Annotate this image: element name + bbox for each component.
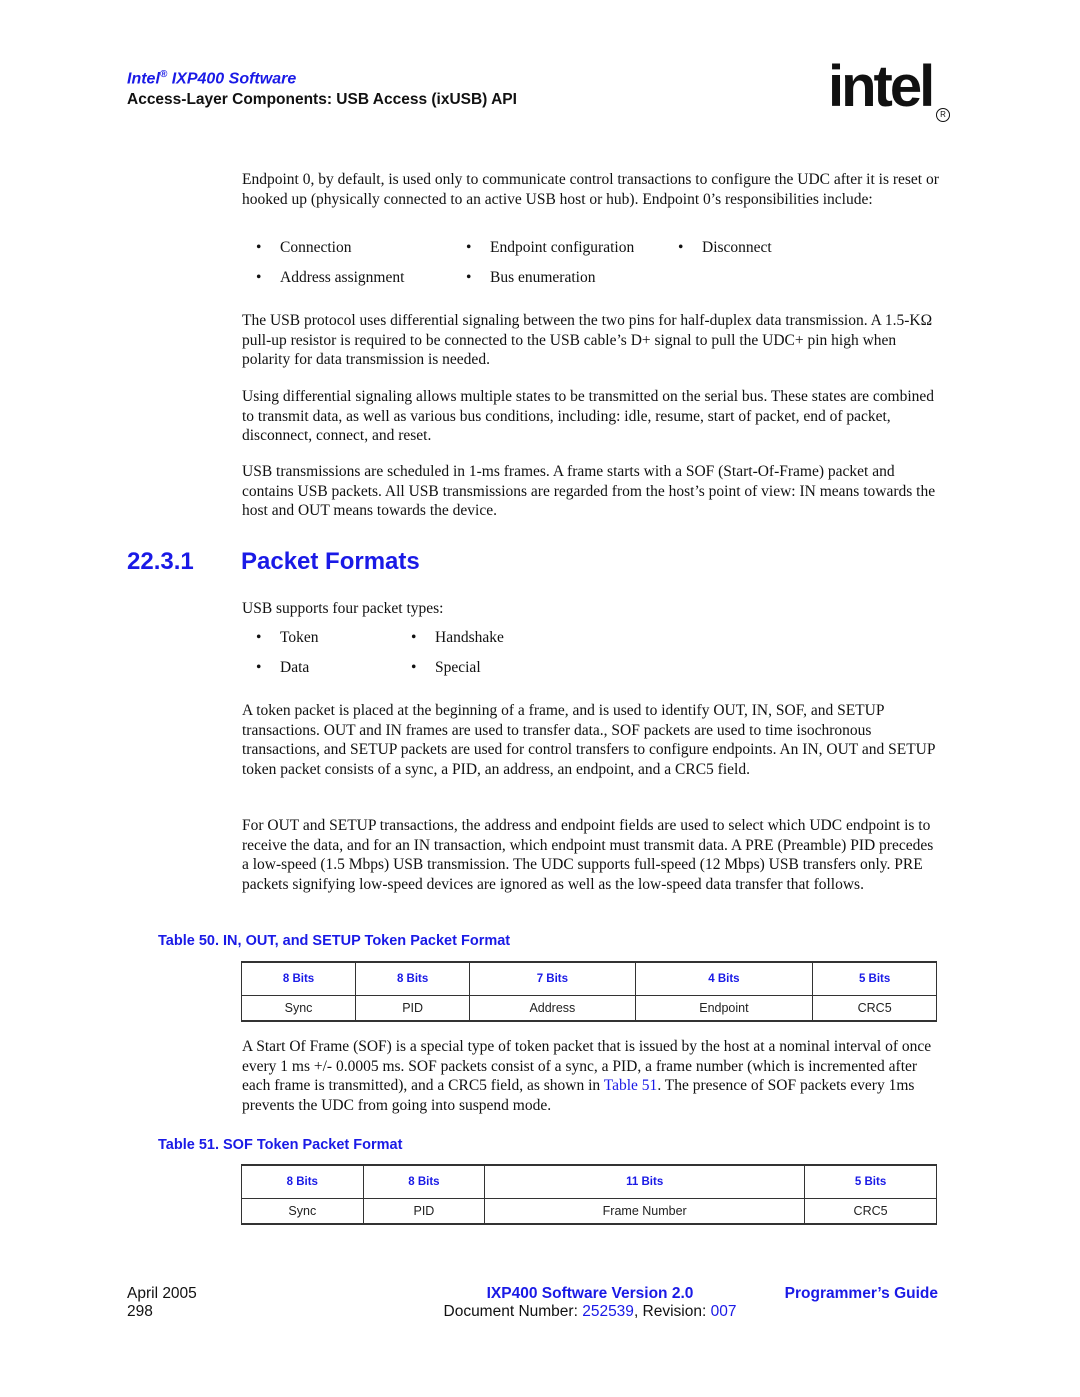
field-cell: PID: [355, 995, 471, 1022]
footer-guide-title: Programmer’s Guide: [784, 1285, 938, 1302]
field-cell: CRC5: [804, 1198, 937, 1225]
field-cell: Sync: [241, 1198, 364, 1225]
bits-cell: 4 Bits: [634, 961, 814, 996]
bullet-icon: •: [256, 269, 262, 286]
list-item: • Token: [256, 629, 319, 647]
field-cell: CRC5: [812, 995, 937, 1022]
bits-cell: 8 Bits: [241, 1164, 364, 1199]
footer-doc-title: IXP400 Software Version 2.0: [486, 1285, 694, 1302]
list-item-label: Token: [280, 629, 319, 646]
bits-cell: 8 Bits: [355, 961, 471, 996]
bullet-icon: •: [466, 239, 472, 256]
bullet-icon: •: [411, 629, 417, 646]
sof-paragraph: A Start Of Frame (SOF) is a special type…: [242, 1037, 942, 1115]
table-51-caption: Table 51. SOF Token Packet Format: [158, 1137, 403, 1153]
paragraph-text: USB transmissions are scheduled in 1-ms …: [242, 463, 936, 519]
intro-paragraph-3: Using differential signaling allows mult…: [242, 387, 942, 446]
bullet-icon: •: [466, 269, 472, 286]
bullet-icon: •: [256, 239, 262, 256]
intel-logo-wordmark: intel: [828, 54, 935, 119]
table-51-link[interactable]: Table 51: [604, 1077, 658, 1094]
footer-doc-number: Document Number: 252539, Revision: 007: [380, 1303, 800, 1321]
list-item: • Address assignment: [256, 269, 404, 287]
field-cell: Sync: [240, 995, 357, 1022]
list-item-label: Data: [280, 659, 310, 676]
paragraph-text: A Start Of Frame (SOF) is a special type…: [242, 1037, 942, 1115]
list-item: • Data: [256, 659, 309, 677]
paragraph-text: For OUT and SETUP transactions, the addr…: [242, 817, 934, 893]
section-heading: 22.3.1 Packet Formats: [127, 548, 420, 576]
doc-number-link[interactable]: 252539: [582, 1303, 634, 1320]
paragraph-text: The USB protocol uses differential signa…: [242, 312, 933, 368]
registered-trademark-icon: R: [936, 108, 950, 122]
section-number: 22.3.1: [127, 548, 194, 575]
table-header-row: 8 Bits 8 Bits 11 Bits 5 Bits: [241, 1164, 937, 1199]
footer-left: April 2005 298: [127, 1285, 197, 1321]
field-cell: PID: [362, 1198, 486, 1225]
table-row: Sync PID Address Endpoint CRC5: [240, 995, 937, 1022]
field-cell: Address: [469, 995, 636, 1022]
product-suffix: IXP400 Software: [167, 70, 297, 88]
bits-cell: 5 Bits: [804, 1164, 937, 1199]
list-item-label: Special: [435, 659, 481, 676]
bullet-icon: •: [411, 659, 417, 676]
list-item-label: Connection: [280, 239, 352, 256]
running-header-section: Access-Layer Components: USB Access (ixU…: [127, 91, 517, 108]
bits-cell: 11 Bits: [484, 1164, 806, 1199]
page-number: 298: [127, 1303, 153, 1320]
intel-logo: intel R: [828, 58, 958, 136]
list-item: • Endpoint configuration: [466, 239, 634, 257]
token-packet-paragraph: A token packet is placed at the beginnin…: [242, 701, 942, 779]
table-header-row: 8 Bits 8 Bits 7 Bits 4 Bits 5 Bits: [240, 961, 937, 996]
footer-date: April 2005: [127, 1285, 197, 1302]
product-prefix: Intel: [127, 70, 160, 88]
bits-cell: 7 Bits: [469, 961, 636, 996]
out-setup-paragraph: For OUT and SETUP transactions, the addr…: [242, 816, 942, 894]
footer-center: IXP400 Software Version 2.0 Document Num…: [380, 1285, 800, 1321]
field-cell: Endpoint: [634, 995, 814, 1022]
list-item: • Connection: [256, 239, 351, 257]
list-item-label: Bus enumeration: [490, 269, 596, 286]
bits-cell: 8 Bits: [240, 961, 357, 996]
list-item-label: Handshake: [435, 629, 504, 646]
running-header-product: Intel® IXP400 Software: [127, 69, 296, 88]
bullet-icon: •: [678, 239, 684, 256]
list-item-label: Endpoint configuration: [490, 239, 635, 256]
revision-label: , Revision:: [633, 1303, 711, 1320]
section-title: Packet Formats: [241, 548, 420, 575]
bits-cell: 8 Bits: [362, 1164, 486, 1199]
table-50-caption: Table 50. IN, OUT, and SETUP Token Packe…: [158, 933, 511, 949]
list-item-label: Disconnect: [702, 239, 772, 256]
revision-link[interactable]: 007: [711, 1303, 737, 1320]
paragraph-text: Using differential signaling allows mult…: [242, 388, 935, 444]
table-50: 8 Bits 8 Bits 7 Bits 4 Bits 5 Bits Sync …: [240, 961, 937, 1022]
packet-types-lead: USB supports four packet types:: [242, 599, 942, 619]
list-item: • Handshake: [411, 629, 504, 647]
bullet-icon: •: [256, 659, 262, 676]
list-item: • Bus enumeration: [466, 269, 595, 287]
list-item: • Special: [411, 659, 481, 677]
paragraph-text: A token packet is placed at the beginnin…: [242, 702, 935, 778]
intro-paragraph-2: The USB protocol uses differential signa…: [242, 311, 942, 370]
list-item: • Disconnect: [678, 239, 772, 257]
table-row: Sync PID Frame Number CRC5: [241, 1198, 937, 1225]
doc-number-label: Document Number:: [443, 1303, 583, 1320]
intro-paragraph-4: USB transmissions are scheduled in 1-ms …: [242, 462, 942, 521]
field-cell: Frame Number: [484, 1198, 806, 1225]
paragraph-text: Endpoint 0, by default, is used only to …: [242, 171, 939, 208]
paragraph-text: USB supports four packet types:: [242, 600, 444, 617]
bullet-icon: •: [256, 629, 262, 646]
list-item-label: Address assignment: [280, 269, 405, 286]
table-51: 8 Bits 8 Bits 11 Bits 5 Bits Sync PID Fr…: [241, 1164, 937, 1225]
bits-cell: 5 Bits: [812, 961, 937, 996]
intro-paragraph-1: Endpoint 0, by default, is used only to …: [242, 170, 942, 209]
